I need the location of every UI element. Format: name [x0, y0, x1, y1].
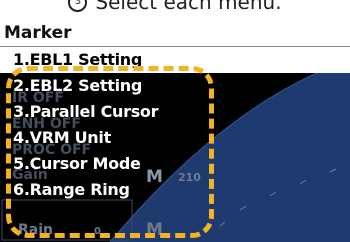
menu-title: Marker: [0, 20, 350, 47]
menu-item-ebl2-setting[interactable]: 2.EBL2 Setting: [0, 73, 350, 99]
marker-menu: Marker 1.EBL1 Setting 2.EBL2 Setting 3.P…: [0, 20, 350, 203]
menu-item-label: 1.EBL1 Setting: [13, 50, 143, 69]
step-number-badge: 3: [68, 0, 88, 12]
rain-label: Rain: [18, 222, 53, 238]
instruction-caption: 3 Select each menu.: [0, 0, 350, 20]
menu-item-label: 6.Range Ring: [13, 180, 130, 199]
instruction-text: Select each menu.: [95, 0, 282, 14]
menu-item-ebl1-setting[interactable]: 1.EBL1 Setting: [0, 47, 350, 73]
menu-item-cursor-mode[interactable]: 5.Cursor Mode: [0, 151, 350, 177]
menu-item-label: 2.EBL2 Setting: [13, 76, 143, 95]
rain-value: 0: [94, 226, 101, 237]
menu-item-label: 4.VRM Unit: [13, 128, 111, 147]
menu-item-range-ring[interactable]: 6.Range Ring: [0, 177, 350, 203]
menu-item-label: 3.Parallel Cursor: [13, 102, 159, 121]
menu-item-vrm-unit[interactable]: 4.VRM Unit: [0, 125, 350, 151]
rain-mode: M: [146, 220, 163, 240]
menu-item-parallel-cursor[interactable]: 3.Parallel Cursor: [0, 99, 350, 125]
menu-item-label: 5.Cursor Mode: [13, 154, 141, 173]
radar-display: IR OFF ENH OFF PROC OFF Gain M 210 Rain …: [0, 20, 350, 242]
